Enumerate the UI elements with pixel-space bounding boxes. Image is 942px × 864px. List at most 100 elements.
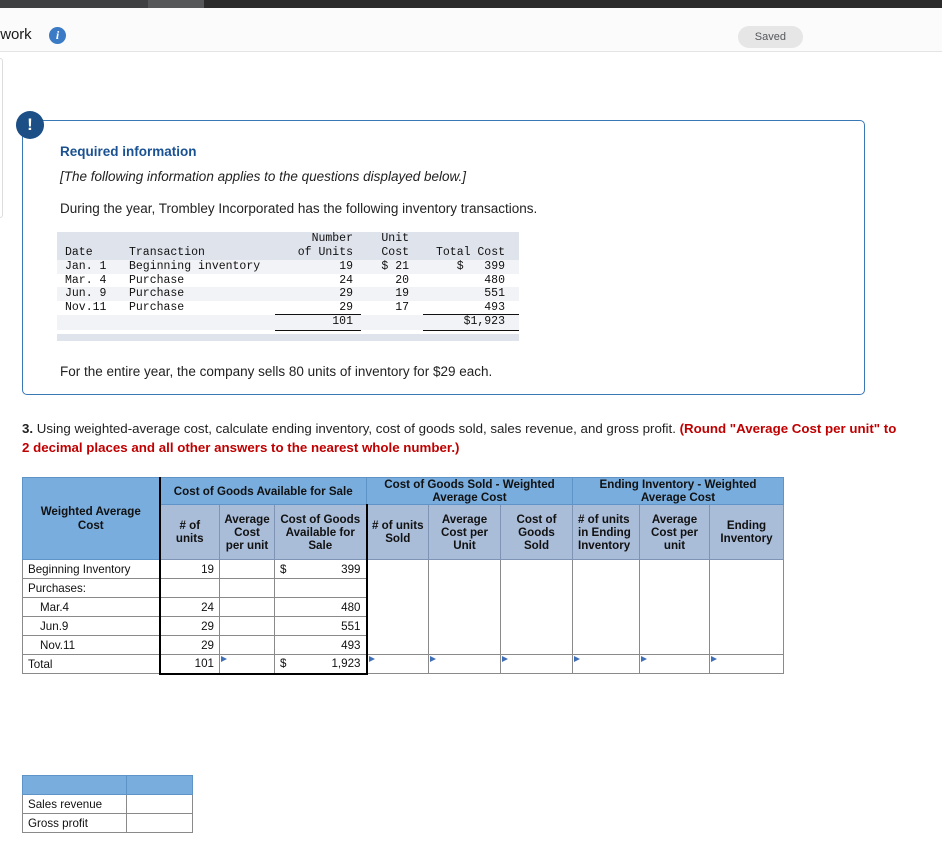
grid-cell-avg-cost-ending-input[interactable] bbox=[639, 559, 710, 655]
inventory-cell-total-cost: 480 bbox=[484, 273, 505, 287]
required-information-footer: For the entire year, the company sells 8… bbox=[60, 364, 493, 379]
required-information-note: [The following information applies to th… bbox=[60, 169, 466, 184]
summary-value-gross-profit[interactable] bbox=[126, 813, 193, 833]
required-information-intro: During the year, Trombley Incorporated h… bbox=[60, 201, 538, 216]
grid-group-ending-inventory: Ending Inventory - Weighted Average Cost bbox=[572, 477, 784, 505]
grid-total-dollar-sign: $ bbox=[280, 657, 287, 671]
grid-total-avg-cost-ending-input[interactable] bbox=[639, 654, 710, 674]
grid-cell-units[interactable]: 29 bbox=[158, 635, 220, 655]
inventory-cell-total-cost: 493 bbox=[423, 300, 519, 316]
grid-corner-label: Weighted Average Cost bbox=[22, 477, 160, 560]
inventory-cell-units: 24 bbox=[339, 273, 353, 287]
summary-label-sales-revenue: Sales revenue bbox=[22, 794, 127, 814]
summary-header-left bbox=[22, 775, 127, 795]
grid-total-units-sold-input[interactable] bbox=[366, 654, 429, 674]
grid-cell-cogs-input[interactable] bbox=[500, 559, 573, 655]
grid-cell-avg-cost-sold-input[interactable] bbox=[428, 559, 501, 655]
summary-label-gross-profit: Gross profit bbox=[22, 813, 127, 833]
grid-subheader-cogafs: Cost of Goods Available for Sale bbox=[274, 504, 368, 560]
left-panel-sliver bbox=[0, 58, 3, 218]
grid-total-units-ending-input[interactable] bbox=[572, 654, 640, 674]
status-badge-saved: Saved bbox=[737, 26, 803, 48]
grid-group-header-row: Weighted Average Cost Cost of Goods Avai… bbox=[22, 477, 784, 560]
grid-cell-cogafs-value: 399 bbox=[341, 562, 361, 576]
inventory-cell-transaction: Purchase bbox=[129, 287, 185, 301]
grid-cell-ending-inventory-input[interactable] bbox=[709, 559, 784, 655]
inventory-row: Mar. 4 Purchase 24 20 480 bbox=[57, 273, 519, 288]
grid-total-cogafs[interactable]: $1,923 bbox=[274, 654, 368, 675]
grid-row-label: Nov.11 bbox=[22, 635, 160, 655]
grid-cell-cogafs[interactable]: 551 bbox=[274, 616, 368, 636]
inventory-table-footer-band bbox=[57, 334, 519, 341]
grid-cell-units[interactable]: 24 bbox=[158, 597, 220, 617]
grid-cell-avg-cost-input[interactable] bbox=[219, 616, 275, 636]
grid-row-label: Purchases: bbox=[22, 578, 160, 598]
inventory-total-row: 101 $1,923 bbox=[57, 314, 519, 331]
list-item: Gross profit bbox=[22, 813, 193, 833]
grid-subheader-avg-cost-ending: Average Cost per unit bbox=[639, 504, 710, 560]
inventory-header-total-cost: Total Cost bbox=[423, 246, 519, 260]
grid-cell-units-sold-input[interactable] bbox=[366, 559, 429, 655]
grid-total-cogs-input[interactable] bbox=[500, 654, 573, 674]
inventory-cell-transaction: Purchase bbox=[129, 301, 185, 315]
inventory-cell-units: 29 bbox=[339, 287, 353, 301]
inventory-transactions-table: Number Unit Date Transaction of Units Co… bbox=[57, 232, 519, 331]
inventory-header-unit: Unit bbox=[361, 232, 423, 246]
inventory-cell-units: 19 bbox=[339, 260, 353, 273]
question-3-text: 3. Using weighted-average cost, calculat… bbox=[22, 419, 897, 457]
grid-total-avg-cost-sold-input[interactable] bbox=[428, 654, 501, 674]
inventory-row: Jun. 9 Purchase 29 19 551 bbox=[57, 287, 519, 301]
grid-cell-avg-cost-input[interactable] bbox=[219, 578, 275, 598]
grid-cell-avg-cost-input[interactable] bbox=[219, 635, 275, 655]
grid-cell-dollar-sign: $ bbox=[280, 562, 287, 576]
grid-cell-units[interactable]: 29 bbox=[158, 616, 220, 636]
inventory-header-row-bottom: Date Transaction of Units Cost Total Cos… bbox=[57, 246, 519, 260]
inventory-header-date: Date bbox=[57, 246, 129, 260]
grid-cell-avg-cost-input[interactable] bbox=[219, 597, 275, 617]
inventory-total-unit-cost bbox=[361, 315, 423, 331]
inventory-total-units: 101 bbox=[275, 314, 361, 331]
summary-header-row bbox=[22, 775, 193, 795]
grid-group-cogafs: Cost of Goods Available for Sale bbox=[158, 477, 367, 505]
required-information-heading: Required information bbox=[60, 144, 197, 159]
inventory-cell-date: Nov.11 bbox=[65, 301, 107, 315]
table-row: Beginning Inventory 19 $399 bbox=[22, 559, 784, 655]
alert-icon: ! bbox=[16, 111, 44, 139]
grid-cell-cogafs[interactable] bbox=[274, 578, 368, 598]
grid-total-ending-inventory-input[interactable] bbox=[709, 654, 784, 674]
comment-marker-icon bbox=[430, 656, 436, 662]
grid-cell-cogafs[interactable]: $399 bbox=[274, 559, 368, 579]
summary-value-sales-revenue[interactable] bbox=[126, 794, 193, 814]
inventory-cell-date: Jun. 9 bbox=[65, 287, 107, 301]
inventory-cell-unit-cost: 19 bbox=[395, 287, 409, 301]
comment-marker-icon bbox=[368, 656, 375, 662]
inventory-header-cost: Cost bbox=[361, 246, 423, 260]
grid-cell-cogafs[interactable]: 493 bbox=[274, 635, 368, 655]
grid-total-cogafs-value: 1,923 bbox=[331, 657, 361, 671]
inventory-header-row-top: Number Unit bbox=[57, 232, 519, 246]
grid-row-label: Mar.4 bbox=[22, 597, 160, 617]
inventory-cell-units: 29 bbox=[275, 300, 361, 316]
summary-table: Sales revenue Gross profit bbox=[22, 775, 193, 833]
grid-cell-units[interactable]: 19 bbox=[158, 559, 220, 579]
grid-cell-cogafs[interactable]: 480 bbox=[274, 597, 368, 617]
inventory-cell-unit-cost: $ 21 bbox=[381, 260, 409, 273]
inventory-row: Nov.11 Purchase 29 17 493 bbox=[57, 300, 519, 316]
browser-tab-active[interactable] bbox=[0, 0, 148, 8]
grid-subheader-avg-cost-per-unit: Average Cost per unit bbox=[219, 504, 275, 560]
grid-total-avg-cost-input[interactable] bbox=[219, 654, 275, 675]
inventory-header-number: Number bbox=[275, 232, 361, 246]
comment-marker-icon bbox=[221, 656, 227, 662]
grid-cell-units-ending-input[interactable] bbox=[572, 559, 640, 655]
comment-marker-icon bbox=[641, 656, 647, 662]
question-body: Using weighted-average cost, calculate e… bbox=[33, 421, 680, 436]
inventory-header-of-units: of Units bbox=[275, 246, 361, 260]
grid-cell-avg-cost-input[interactable] bbox=[219, 559, 275, 579]
grid-cell-units[interactable] bbox=[158, 578, 220, 598]
grid-subheader-avg-cost-per-unit-sold: Average Cost per Unit bbox=[428, 504, 501, 560]
info-icon[interactable]: i bbox=[49, 27, 66, 44]
inventory-cell-total-cost: 551 bbox=[484, 287, 505, 301]
grid-total-row: Total 101 $1,923 bbox=[22, 654, 784, 675]
grid-total-units[interactable]: 101 bbox=[158, 654, 220, 675]
browser-tab-inactive[interactable] bbox=[148, 0, 204, 8]
